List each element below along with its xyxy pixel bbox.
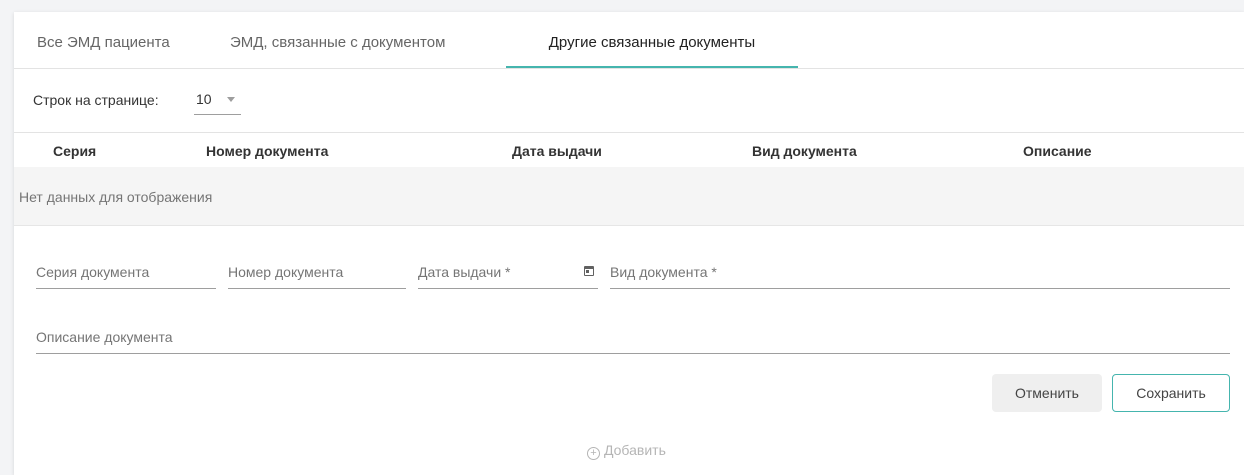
- tab-related-emd[interactable]: ЭМД, связанные с документом: [230, 12, 490, 68]
- plus-circle-icon: +: [587, 447, 600, 460]
- issue-date-input[interactable]: [418, 258, 598, 286]
- add-button-label: Добавить: [604, 442, 666, 458]
- series-input[interactable]: [36, 258, 216, 286]
- series-field: [36, 258, 216, 289]
- document-type-input[interactable]: [610, 258, 1230, 286]
- column-header-document-type[interactable]: Вид документа: [752, 143, 857, 159]
- tab-all-emd[interactable]: Все ЭМД пациента: [37, 12, 200, 68]
- description-input[interactable]: [36, 323, 1230, 351]
- add-button[interactable]: + Добавить: [587, 442, 666, 462]
- table-header: Серия Номер документа Дата выдачи Вид до…: [14, 132, 1244, 168]
- chevron-down-icon: [227, 97, 235, 102]
- issue-date-field: [418, 258, 598, 289]
- save-button[interactable]: Сохранить: [1112, 374, 1230, 412]
- rows-per-page-select[interactable]: 10: [194, 86, 241, 115]
- column-header-description[interactable]: Описание: [1023, 143, 1092, 159]
- related-documents-panel: Все ЭМД пациента ЭМД, связанные с докуме…: [14, 12, 1244, 475]
- number-input[interactable]: [228, 258, 406, 286]
- tab-bar: Все ЭМД пациента ЭМД, связанные с докуме…: [14, 12, 1244, 69]
- description-field: [36, 323, 1230, 354]
- column-header-number[interactable]: Номер документа: [206, 143, 328, 159]
- column-header-issue-date[interactable]: Дата выдачи: [512, 143, 602, 159]
- rows-per-page-value: 10: [196, 91, 212, 107]
- column-header-series[interactable]: Серия: [53, 143, 96, 159]
- calendar-icon[interactable]: [584, 266, 594, 276]
- empty-table-row: Нет данных для отображения: [14, 167, 1244, 226]
- number-field: [228, 258, 406, 289]
- empty-table-message: Нет данных для отображения: [19, 189, 213, 205]
- cancel-button[interactable]: Отменить: [992, 374, 1102, 412]
- document-type-field: [610, 258, 1230, 289]
- rows-per-page-label: Строк на странице:: [33, 92, 159, 108]
- tab-other-related-documents[interactable]: Другие связанные документы: [506, 12, 798, 68]
